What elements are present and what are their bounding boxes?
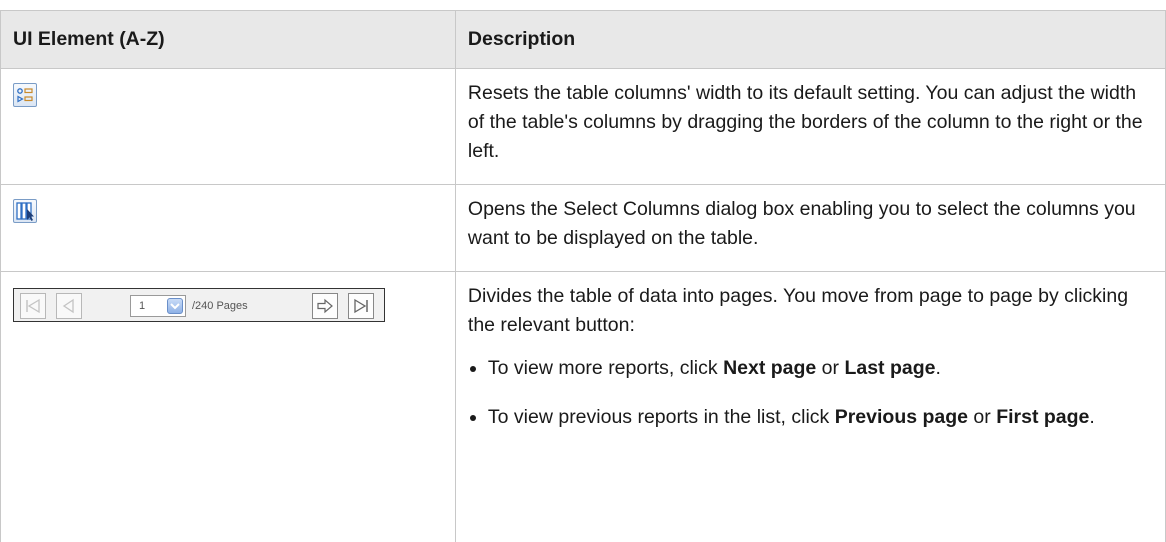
page-select[interactable]: 1	[130, 295, 186, 317]
page-select-value: 1	[139, 300, 146, 312]
first-page-icon	[26, 298, 40, 314]
previous-page-term: Previous page	[834, 406, 969, 428]
table-row: Opens the Select Columns dialog box enab…	[0, 184, 1166, 272]
previous-page-button[interactable]	[56, 293, 82, 319]
reset-columns-width-icon	[13, 83, 37, 107]
header-description: Description	[454, 10, 1166, 69]
bullet-list: To view more reports, click Next page or…	[468, 354, 1153, 432]
pager-widget: 1 /240 Pages	[13, 288, 385, 322]
table-header-row: UI Element (A-Z) Description	[0, 10, 1166, 69]
bullet-text: To view more reports, click	[487, 357, 724, 379]
first-page-button[interactable]	[20, 293, 46, 319]
bullet-item: To view more reports, click Next page or…	[468, 354, 1153, 383]
bullet-item: To view previous reports in the list, cl…	[468, 403, 1153, 432]
bullet-text: .	[935, 357, 941, 379]
description-cell: Opens the Select Columns dialog box enab…	[454, 184, 1166, 272]
last-page-icon	[354, 298, 368, 314]
ui-element-table: UI Element (A-Z) Description Resets the …	[0, 10, 1166, 542]
description-cell: Divides the table of data into pages. Yo…	[454, 271, 1166, 542]
next-page-term: Next page	[723, 357, 817, 379]
table-row: 1 /240 Pages Divides the table of data i…	[0, 271, 1166, 542]
description-text: Divides the table of data into pages. Yo…	[467, 285, 1129, 336]
bullet-text: To view previous reports in the list, cl…	[487, 406, 835, 428]
description-cell: Resets the table columns' width to its d…	[454, 68, 1166, 185]
table-row: Resets the table columns' width to its d…	[0, 68, 1166, 185]
previous-page-icon	[62, 298, 74, 314]
bullet-text: or	[816, 357, 845, 379]
ui-element-cell: 1 /240 Pages	[0, 271, 456, 542]
bullet-text: .	[1089, 406, 1095, 428]
ui-element-cell	[0, 184, 456, 272]
bullet-dot	[469, 415, 476, 421]
chevron-down-icon	[167, 298, 183, 314]
select-columns-icon	[13, 199, 37, 223]
first-page-term: First page	[996, 406, 1090, 428]
next-page-icon	[317, 298, 333, 314]
bullet-dot	[469, 366, 476, 372]
last-page-term: Last page	[844, 357, 936, 379]
pages-label: /240 Pages	[192, 300, 248, 312]
header-ui-element: UI Element (A-Z)	[0, 10, 456, 69]
bullet-text: or	[968, 406, 997, 428]
ui-element-cell	[0, 68, 456, 185]
description-text: Resets the table columns' width to its d…	[467, 82, 1143, 162]
next-page-button[interactable]	[312, 293, 338, 319]
description-text: Opens the Select Columns dialog box enab…	[467, 198, 1136, 249]
last-page-button[interactable]	[348, 293, 374, 319]
